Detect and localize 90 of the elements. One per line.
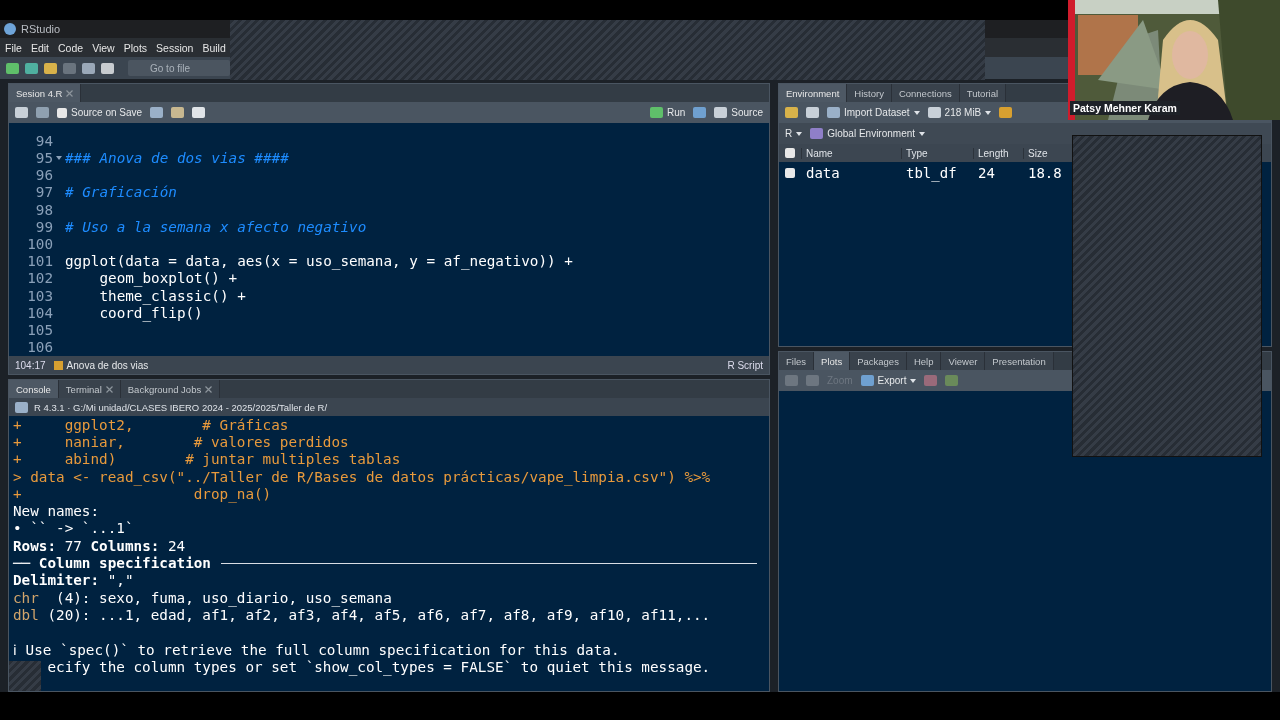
- caret-icon[interactable]: [919, 131, 926, 136]
- line-number: 106: [26, 339, 53, 356]
- files-tab[interactable]: Files: [779, 352, 815, 370]
- line-number: 96: [34, 167, 53, 184]
- line-number: 102: [26, 270, 53, 287]
- files-tab[interactable]: Help: [906, 352, 942, 370]
- column-header[interactable]: Name: [801, 147, 901, 159]
- line-number: 101: [26, 253, 53, 270]
- menu-item[interactable]: Build: [202, 41, 226, 54]
- column-header[interactable]: Length: [973, 147, 1023, 159]
- console-command: > data <- read_csv("../Taller de R/Bases de datos prácticas/vape_limpia.csv") %>%: [13, 468, 711, 485]
- caret-icon[interactable]: [913, 110, 920, 115]
- console-output: ecify the column types or set `show_col_types = FALSE` to quiet this message.: [46, 658, 711, 675]
- menu-item[interactable]: File: [5, 41, 22, 54]
- line-number: 95: [34, 149, 53, 166]
- column-header[interactable]: Type: [901, 147, 973, 159]
- run-button[interactable]: Run: [649, 107, 686, 118]
- menu-item[interactable]: Code: [58, 41, 84, 54]
- environment-tab[interactable]: Connections: [891, 84, 960, 102]
- caret-icon[interactable]: [910, 378, 917, 383]
- table-cell-text: 18.8: [1027, 165, 1063, 181]
- line-number: 105: [26, 322, 53, 339]
- code-comment: # Graficación: [65, 184, 177, 201]
- console-command: + naniar, # valores perdidos: [13, 433, 349, 450]
- code-line: ggplot(data = data, aes(x = uso_semana, y = af_negativo)) +: [65, 253, 573, 270]
- console-output: ℹ Use `spec()` to retrieve the full column specification for this data.: [13, 641, 620, 659]
- close-icon[interactable]: [105, 385, 113, 393]
- console-output: • `` -> `...1`: [13, 520, 134, 537]
- language-selector[interactable]: R: [785, 128, 803, 139]
- caret-icon[interactable]: [796, 131, 803, 136]
- source-on-save-checkbox[interactable]: Source on Save: [57, 107, 143, 118]
- console-output: dbl (20): ...1, edad, af1, af2, af3, af4, af5, af6, af7, af8, af9, af10, af11,...: [13, 606, 711, 623]
- select-all-checkbox[interactable]: [785, 148, 795, 158]
- hatched-mask: [9, 661, 41, 691]
- console-output: Rows: 77 Columns: 24: [13, 537, 186, 554]
- cursor-position: 104:17: [15, 359, 46, 371]
- code-line: coord_flip(): [98, 304, 203, 321]
- menu-item[interactable]: Plots: [123, 41, 148, 54]
- console-output: New names:: [13, 503, 100, 520]
- console-command: + ggplot2, # Gráficas: [13, 416, 289, 433]
- line-number: 94: [34, 132, 53, 149]
- file-type-selector[interactable]: R Script: [727, 359, 763, 371]
- caret-icon[interactable]: [985, 110, 992, 115]
- table-cell-text: tbl_df: [905, 165, 958, 181]
- files-tab[interactable]: Viewer: [941, 352, 986, 370]
- console-command: + drop_na(): [13, 485, 272, 502]
- table-cell-text: data: [805, 165, 841, 181]
- files-tab[interactable]: Packages: [850, 352, 907, 370]
- line-number: 98: [34, 201, 53, 218]
- window-title: RStudio: [21, 23, 61, 35]
- close-icon[interactable]: [205, 385, 213, 393]
- files-tab[interactable]: Presentation: [985, 352, 1054, 370]
- line-number: 97: [34, 184, 53, 201]
- code-line: theme_classic() +: [98, 287, 246, 304]
- section-selector[interactable]: Anova de dos vias: [53, 359, 149, 371]
- editor-tab[interactable]: Sesion 4.R: [9, 84, 82, 102]
- console-output: chr (4): sexo, fuma, uso_diario, uso_semana: [13, 589, 392, 606]
- import-dataset-button[interactable]: Import Dataset: [827, 107, 920, 118]
- environment-selector[interactable]: Global Environment: [810, 128, 926, 139]
- menu-item[interactable]: Session: [156, 41, 194, 54]
- environment-tab[interactable]: History: [847, 84, 892, 102]
- column-header[interactable]: Size: [1023, 147, 1063, 159]
- rstudio-logo-icon: [4, 23, 16, 35]
- close-icon[interactable]: [66, 89, 74, 97]
- code-comment: ### Anova de dos vias ####: [65, 149, 289, 166]
- line-number: 100: [26, 236, 53, 252]
- console-command: + abind) # juntar multiples tablas: [13, 451, 401, 468]
- source-button[interactable]: Source: [714, 107, 763, 118]
- console-tab[interactable]: Terminal: [58, 380, 121, 398]
- memory-usage-button[interactable]: 218 MiB: [927, 107, 992, 118]
- row-checkbox[interactable]: [785, 168, 795, 178]
- fold-caret-icon[interactable]: [56, 155, 62, 160]
- menu-item[interactable]: Edit: [30, 41, 49, 54]
- table-cell-text: 24: [977, 165, 996, 181]
- files-tab[interactable]: Plots: [814, 352, 851, 370]
- line-number: 104: [26, 304, 53, 321]
- environment-tab[interactable]: Environment: [779, 84, 848, 102]
- go-to-file-field[interactable]: Go to file: [128, 60, 230, 76]
- console-tab[interactable]: Background Jobs: [120, 380, 221, 398]
- line-number: 99: [34, 218, 53, 235]
- console-heading: ── Column specification: [13, 555, 211, 571]
- menu-item[interactable]: View: [92, 41, 115, 54]
- console-tab[interactable]: Console: [9, 380, 59, 398]
- export-button[interactable]: Export: [860, 375, 917, 386]
- console-output: Delimiter: ",": [13, 572, 134, 589]
- code-line: geom_boxplot() +: [98, 270, 238, 287]
- code-comment: # Uso a la semana x afecto negativo: [65, 218, 367, 235]
- line-number: 103: [26, 287, 53, 304]
- participant-name: Patsy Mehner Karam: [1070, 101, 1180, 115]
- environment-tab[interactable]: Tutorial: [959, 84, 1007, 102]
